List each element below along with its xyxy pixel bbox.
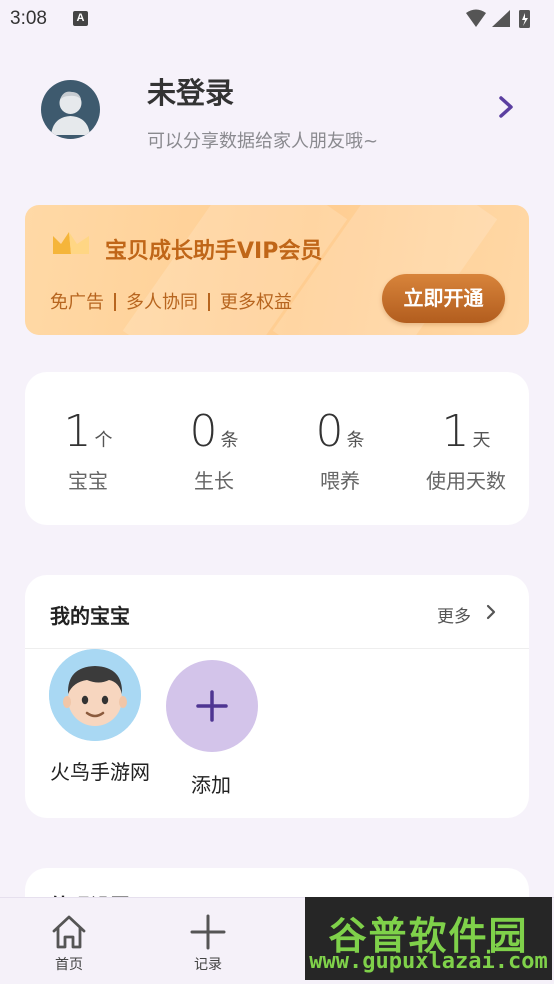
stat-value: 0 [315,406,344,457]
stat-label: 生长 [194,469,234,493]
divider [208,293,210,311]
status-bar: 3:08 A [0,0,554,38]
chevron-right-icon[interactable] [485,603,497,621]
nav-label: 首页 [55,957,83,973]
mine-page: 3:08 A 未登录 可以分享数据给家人朋友哦~ 宝贝成长助手VIP会员 免广告… [0,0,554,984]
stat-label: 宝宝 [68,469,108,493]
divider [114,293,116,311]
stat-value: 1 [441,406,470,457]
stat-unit: 天 [472,430,491,451]
watermark: 谷普软件园 www.gupuxlazai.com [305,897,552,980]
vip-feature: 更多权益 [220,292,292,313]
stat-value: 1 [63,406,92,457]
my-babies-card: 我的宝宝 更多 火鸟手游网 添加 [25,575,529,818]
crown-icon [53,232,89,254]
stat-label: 喂养 [320,469,360,493]
vip-feature: 多人协同 [126,292,198,313]
home-icon [52,915,86,949]
baby-avatar[interactable] [49,649,141,741]
stat-babies[interactable]: 1个 宝宝 [25,406,151,494]
status-icons [466,9,530,28]
boy-face-icon [49,649,141,741]
profile-name[interactable]: 未登录 [147,70,234,112]
stat-label: 使用天数 [426,469,506,493]
add-baby-button[interactable] [166,660,258,752]
signal-icon [492,10,510,27]
stat-unit: 条 [346,430,365,451]
stat-days-used[interactable]: 1天 使用天数 [403,406,529,494]
vip-title: 宝贝成长助手VIP会员 [105,239,323,264]
vip-banner[interactable]: 宝贝成长助手VIP会员 免广告 多人协同 更多权益 立即开通 [25,205,529,335]
plus-icon [196,690,228,722]
vip-feature: 免广告 [50,292,104,313]
status-time: 3:08 [10,8,47,29]
notification-badge: A [73,11,88,26]
nav-home[interactable]: 首页 [29,898,109,974]
baby-name[interactable]: 火鸟手游网 [50,757,150,788]
profile-subtitle: 可以分享数据给家人朋友哦~ [147,131,379,152]
nav-label: 记录 [194,957,222,973]
stat-unit: 条 [220,430,239,451]
nav-record[interactable]: 记录 [168,898,248,974]
plus-icon [190,914,226,950]
stat-feeding[interactable]: 0条 喂养 [277,406,403,494]
user-avatar-icon [51,91,90,135]
stats-card: 1个 宝宝 0条 生长 0条 喂养 1天 使用天数 [25,372,529,525]
user-avatar[interactable] [41,80,100,139]
add-baby-label[interactable]: 添加 [191,769,231,798]
stat-value: 0 [189,406,218,457]
vip-subscribe-button[interactable]: 立即开通 [382,274,505,323]
stat-unit: 个 [94,430,113,451]
stat-growth[interactable]: 0条 生长 [151,406,277,494]
watermark-url: www.gupuxlazai.com [309,949,548,974]
vip-features: 免广告 多人协同 更多权益 [50,288,292,314]
more-link[interactable]: 更多 [437,602,471,627]
chevron-right-icon[interactable] [493,92,519,122]
section-title: 我的宝宝 [50,604,130,628]
wifi-icon [466,9,486,27]
